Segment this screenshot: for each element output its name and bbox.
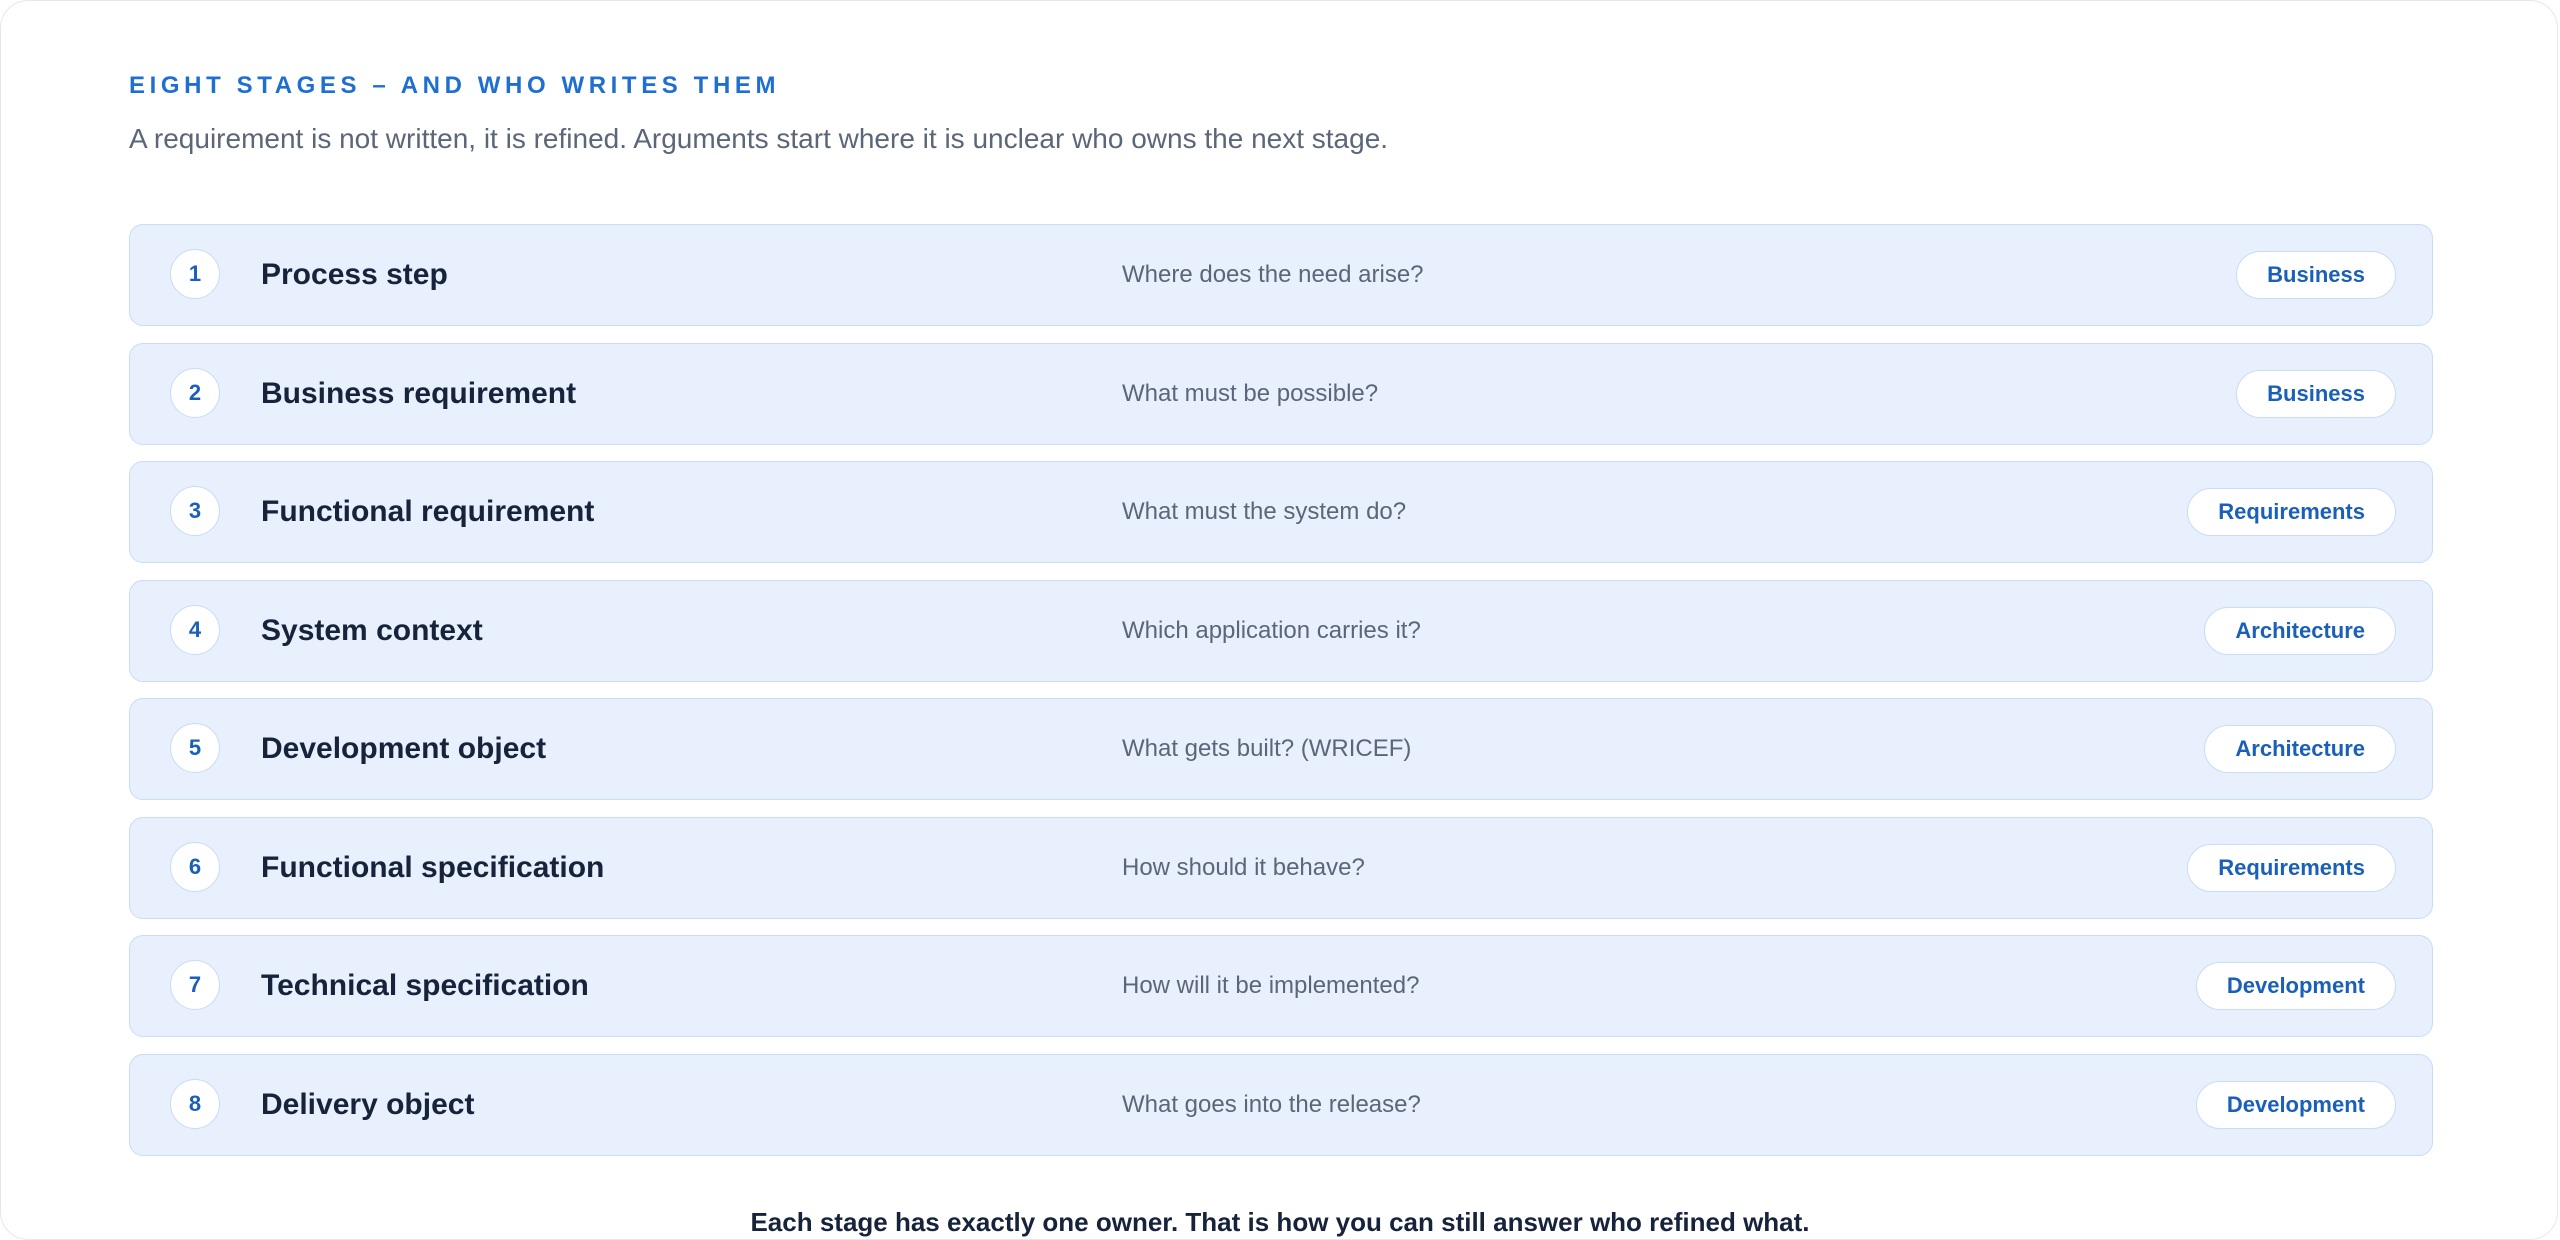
stage-number-badge: 2 (170, 367, 220, 418)
stage-name: Functional requirement (261, 495, 595, 528)
stage-question: What must be possible? (1122, 379, 1379, 407)
stage-number-badge: 5 (170, 723, 220, 773)
stage-owner-badge: Architecture (2204, 606, 2396, 655)
stage-owner-badge: Requirements (2187, 488, 2396, 536)
stage-question: Where does the need arise? (1122, 261, 1424, 288)
stage-name: Functional specification (261, 850, 605, 884)
stage-row: 4 System context Which application carri… (129, 579, 2433, 682)
stage-row: 8 Delivery object What goes into the rel… (129, 1053, 2433, 1156)
section-eyebrow: EIGHT STAGES – AND WHO WRITES THEM (129, 72, 781, 99)
stage-name: Process step (261, 258, 448, 291)
stage-owner-badge: Development (2195, 962, 2396, 1010)
stage-question: What must the system do? (1122, 498, 1407, 525)
stage-question: What gets built? (WRICEF) (1122, 735, 1412, 762)
stage-row: 6 Functional specification How should it… (129, 816, 2433, 919)
stage-list: 1 Process step Where does the need arise… (129, 224, 2433, 1172)
stage-row: 5 Development object What gets built? (W… (129, 698, 2433, 800)
stage-name: Delivery object (261, 1087, 475, 1121)
stage-number-badge: 1 (170, 249, 220, 299)
stage-name: System context (261, 613, 483, 647)
stage-row: 2 Business requirement What must be poss… (129, 342, 2433, 445)
stage-row: 1 Process step Where does the need arise… (129, 224, 2433, 326)
stage-question: Which application carries it? (1122, 616, 1421, 644)
stage-number-badge: 6 (170, 841, 220, 892)
section-subtitle: A requirement is not written, it is refi… (129, 123, 1389, 154)
footer-note: Each stage has exactly one owner. That i… (750, 1207, 1810, 1237)
stage-number-badge: 4 (170, 604, 220, 655)
stage-name: Business requirement (261, 376, 577, 410)
stages-card: EIGHT STAGES – AND WHO WRITES THEM A req… (0, 0, 2558, 1240)
stage-number-badge: 3 (170, 486, 220, 536)
stage-number-badge: 8 (170, 1078, 220, 1129)
stage-question: How will it be implemented? (1122, 972, 1420, 999)
stage-row: 3 Functional requirement What must the s… (129, 461, 2433, 563)
stage-owner-badge: Architecture (2204, 725, 2396, 773)
stage-question: How should it behave? (1122, 853, 1365, 881)
stage-owner-badge: Requirements (2187, 843, 2396, 892)
stage-number-badge: 7 (170, 960, 220, 1010)
stage-name: Development object (261, 732, 547, 765)
stage-owner-badge: Business (2236, 369, 2396, 418)
stage-owner-badge: Development (2195, 1080, 2396, 1129)
stage-owner-badge: Business (2236, 251, 2396, 299)
stage-name: Technical specification (261, 969, 589, 1002)
stage-row: 7 Technical specification How will it be… (129, 935, 2433, 1037)
stage-question: What goes into the release? (1122, 1090, 1421, 1118)
